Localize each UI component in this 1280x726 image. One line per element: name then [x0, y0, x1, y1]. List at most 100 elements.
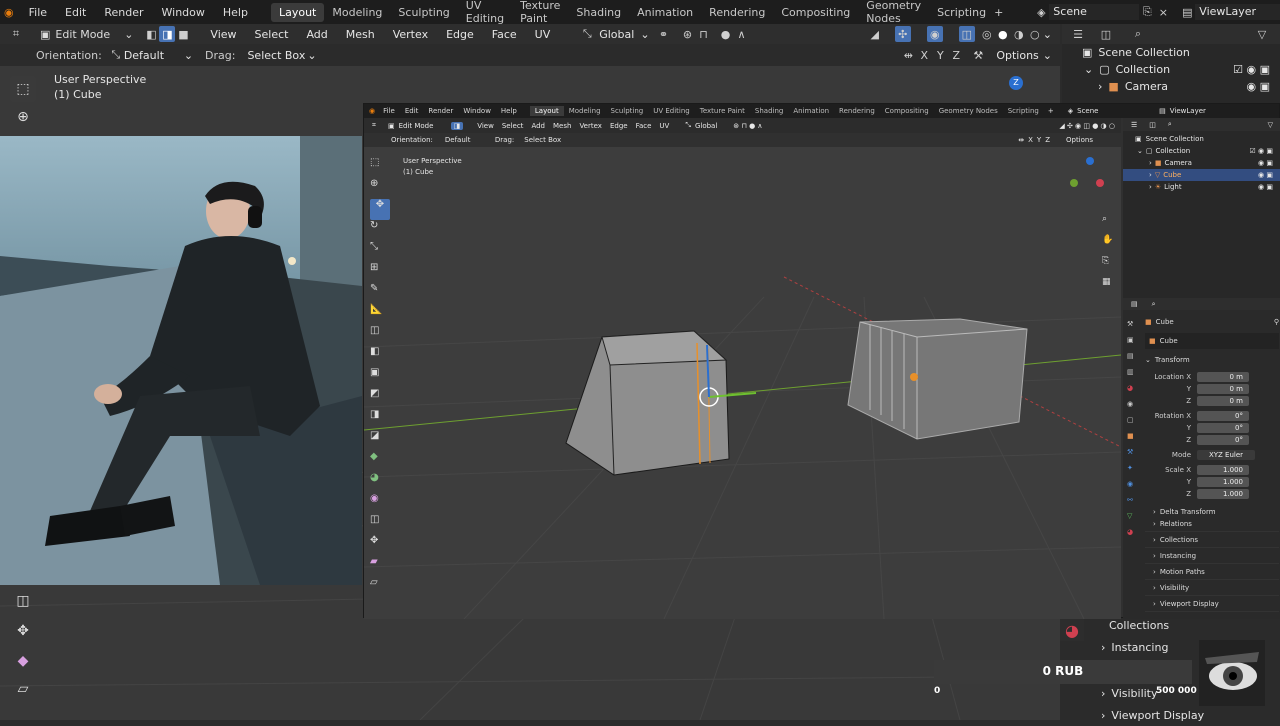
inner-header-menu-face[interactable]: Face — [632, 122, 656, 130]
render-shading-icon[interactable]: ○ — [1027, 26, 1043, 42]
gizmo-icon[interactable]: ✣ — [894, 26, 911, 42]
tab-rendering[interactable]: Rendering — [701, 3, 773, 22]
options-dropdown[interactable]: Options — [996, 49, 1038, 62]
render-tab-icon[interactable]: ▣ — [1127, 332, 1141, 348]
data-tab-icon[interactable]: ▽ — [1127, 508, 1141, 524]
drag-dropdown[interactable]: Select Box — [247, 49, 305, 62]
inner-header-menu-vertex[interactable]: Vertex — [575, 122, 606, 130]
pin-icon[interactable]: ⚲ — [1274, 318, 1279, 326]
transform-section[interactable]: ⌄ Transform — [1145, 353, 1279, 367]
tab-sculpting[interactable]: Sculpting — [390, 3, 457, 22]
shrink-fatten-icon[interactable]: ✥ — [370, 535, 390, 556]
inner-menu-render[interactable]: Render — [423, 107, 458, 115]
gizmo-icon[interactable]: ◢ ✣ ◉ ◫ ● ◑ ○ — [1059, 122, 1115, 130]
pin-icon[interactable]: ⎘ — [1139, 4, 1155, 20]
inner-header-menu-view[interactable]: View — [473, 122, 498, 130]
scene-icon[interactable]: ◈ — [1068, 107, 1073, 115]
pivot-icon[interactable]: ⚭ — [656, 26, 672, 42]
transform-orientation-icon[interactable]: ⤡ — [579, 26, 595, 42]
annotate-icon[interactable]: ✎ — [370, 283, 390, 304]
blender-logo-icon[interactable]: ◉ — [4, 4, 14, 20]
view-layer-tab-icon[interactable]: ▥ — [1127, 364, 1141, 380]
loop-cut-icon[interactable]: ◨ — [370, 409, 390, 430]
outliner-row[interactable]: › ☀ Light ◉ ▣ — [1123, 181, 1280, 193]
rotation-mode-dropdown[interactable]: XYZ Euler — [1197, 450, 1255, 460]
eye-icon[interactable]: ◉ ▣ — [1247, 80, 1271, 93]
inner-viewport[interactable]: User Perspective (1) Cube ⬚ ⊕ ✥ ↻ ⤡ ⊞ ✎ … — [364, 147, 1121, 619]
collections-section[interactable]: › Collections — [1145, 532, 1279, 548]
display-mode-icon[interactable]: ◫ — [1149, 121, 1156, 129]
physics-icon[interactable]: ◕ — [1060, 619, 1084, 641]
collection-tab-icon[interactable]: ▢ — [1127, 412, 1141, 428]
tab-animation[interactable]: Animation — [629, 3, 701, 22]
snap-icon[interactable]: ⊛ ⊓ ● ∧ — [733, 122, 762, 130]
menu-edit[interactable]: Edit — [56, 6, 95, 19]
outer-outliner-row[interactable]: ▣ Scene Collection — [1062, 44, 1280, 61]
inner-tab-uv-editing[interactable]: UV Editing — [648, 106, 695, 116]
knife-icon[interactable]: ◪ — [370, 430, 390, 451]
cursor-icon[interactable]: ⊕ — [10, 104, 36, 130]
xray-icon[interactable]: ◫ — [958, 26, 975, 42]
inner-tab-compositing[interactable]: Compositing — [880, 106, 934, 116]
display-mode-icon[interactable]: ◫ — [1098, 26, 1114, 42]
tab-modeling[interactable]: Modeling — [324, 3, 390, 22]
add-workspace-icon[interactable]: + — [1048, 107, 1054, 115]
edge-select-icon[interactable]: ◨ — [159, 26, 176, 42]
constraint-tab-icon[interactable]: ⚯ — [1127, 492, 1141, 508]
inner-orientation-dropdown[interactable]: Default — [445, 136, 491, 144]
header-menu-view[interactable]: View — [201, 28, 245, 41]
world-tab-icon[interactable]: ◉ — [1127, 396, 1141, 412]
outliner-row[interactable]: ▣ Scene Collection — [1123, 133, 1280, 145]
inner-mode-dropdown[interactable]: Edit Mode — [399, 122, 451, 130]
orientation-dropdown[interactable]: Default — [124, 49, 184, 62]
relations-section[interactable]: › Relations — [1145, 516, 1279, 532]
vertex-select-icon[interactable]: ◧ — [143, 26, 159, 42]
inner-mirror-z[interactable]: Z — [1045, 136, 1050, 144]
mesh-name-field[interactable]: ■ Cube — [1145, 333, 1279, 349]
mirror-icon[interactable]: ⇹ — [900, 47, 916, 63]
scale-tool-icon[interactable]: ⤡ — [370, 241, 390, 262]
outer-outliner-row[interactable]: ⌄ ▢ Collection ☑ ◉ ▣ — [1062, 61, 1280, 78]
tab-compositing[interactable]: Compositing — [773, 3, 858, 22]
outliner-row[interactable]: › ■ Camera ◉ ▣ — [1123, 157, 1280, 169]
header-menu-mesh[interactable]: Mesh — [337, 28, 384, 41]
face-select-icon[interactable]: ■ — [175, 26, 191, 42]
editor-type-icon[interactable]: ⌗ — [372, 121, 376, 130]
select-box-icon[interactable]: ⬚ — [370, 157, 390, 178]
inner-drag-dropdown[interactable]: Select Box — [524, 136, 561, 144]
location-z-field[interactable]: 0 m — [1197, 396, 1249, 406]
inner-blender-window[interactable]: ◉ File Edit Render Window Help Layout Modelin… — [363, 103, 1280, 619]
inner-header-menu-uv[interactable]: UV — [655, 122, 673, 130]
location-x-field[interactable]: 0 m — [1197, 372, 1249, 382]
z-axis-gizmo-icon[interactable]: Z — [1009, 76, 1023, 90]
mirror-y-toggle[interactable]: Y — [932, 47, 948, 63]
rotate-tool-icon[interactable]: ↻ — [370, 220, 390, 241]
location-y-field[interactable]: 0 m — [1197, 384, 1249, 394]
overlay-icon[interactable]: ◉ — [926, 26, 943, 42]
z-axis-gizmo-icon[interactable] — [1086, 157, 1094, 165]
material-tab-icon[interactable]: ◕ — [1127, 524, 1141, 540]
menu-help[interactable]: Help — [214, 6, 257, 19]
snap-increment-icon[interactable]: ⊓ — [696, 26, 712, 42]
scene-tab-icon[interactable]: ◕ — [1127, 380, 1141, 396]
header-menu-add[interactable]: Add — [297, 28, 336, 41]
menu-render[interactable]: Render — [95, 6, 152, 19]
transform-tool-icon[interactable]: ⊞ — [370, 262, 390, 283]
inner-tab-rendering[interactable]: Rendering — [834, 106, 880, 116]
physics-tab-icon[interactable]: ◉ — [1127, 476, 1141, 492]
inner-menu-edit[interactable]: Edit — [400, 107, 424, 115]
inner-header-menu-mesh[interactable]: Mesh — [549, 122, 575, 130]
header-menu-face[interactable]: Face — [483, 28, 526, 41]
filter-icon[interactable]: ▽ — [1254, 26, 1270, 42]
poly-build-icon[interactable]: ◆ — [370, 451, 390, 472]
inner-tab-sculpting[interactable]: Sculpting — [606, 106, 649, 116]
shrink-icon[interactable]: ◆ — [10, 648, 36, 674]
inner-transform-orientation[interactable]: Global — [695, 122, 717, 130]
blender-logo-icon[interactable]: ◉ — [369, 107, 375, 115]
add-workspace-icon[interactable]: + — [994, 4, 1003, 20]
inner-tab-geometry-nodes[interactable]: Geometry Nodes — [934, 106, 1003, 116]
search-icon[interactable]: ⌕ — [1130, 26, 1146, 42]
scale-y-field[interactable]: 1.000 — [1197, 477, 1249, 487]
cursor-icon[interactable]: ⊕ — [370, 178, 390, 199]
transform-orientation[interactable]: Global — [599, 28, 634, 41]
